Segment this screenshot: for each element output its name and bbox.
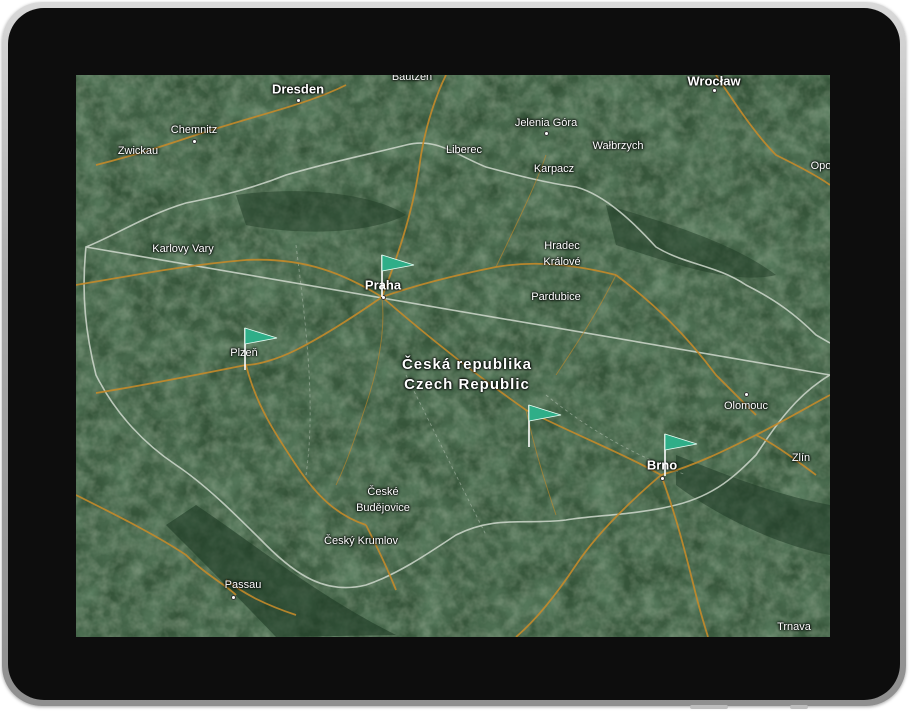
city-label-olomouc: Olomouc xyxy=(723,400,769,412)
map-view[interactable]: Bautzen Wrocław Dresden Chemnitz Zwickau… xyxy=(76,75,830,637)
flag-marker-plzen[interactable] xyxy=(243,326,279,370)
city-dot-olomouc xyxy=(743,391,749,397)
city-label-pardubice: Pardubice xyxy=(531,291,581,303)
city-label-kralove: Králové xyxy=(543,256,581,268)
city-label-ceske: České xyxy=(367,486,399,498)
city-label-wroclaw: Wrocław xyxy=(687,75,741,89)
city-label-budejovice: Budějovice xyxy=(356,502,410,514)
city-label-dresden: Dresden xyxy=(271,81,325,97)
country-name-en: Czech Republic xyxy=(404,376,530,393)
flag-marker-brno[interactable] xyxy=(663,432,699,476)
country-label: Česká republika Czech Republic xyxy=(402,355,532,395)
city-dot-jelenia-gora xyxy=(543,130,549,136)
flag-icon xyxy=(528,404,562,447)
power-button[interactable] xyxy=(790,705,808,709)
city-dot-dresden xyxy=(295,97,301,103)
city-label-walbrzych: Wałbrzych xyxy=(592,140,644,152)
flag-icon xyxy=(664,433,698,476)
city-dot-passau xyxy=(230,594,236,600)
flag-marker-praha[interactable] xyxy=(380,253,416,297)
city-dot-chemnitz xyxy=(191,138,197,144)
volume-button[interactable] xyxy=(690,705,728,709)
city-label-karlovy-vary: Karlovy Vary xyxy=(152,243,214,255)
city-label-trnava: Trnava xyxy=(777,621,811,633)
city-label-bautzen: Bautzen xyxy=(391,75,433,83)
city-label-liberec: Liberec xyxy=(445,144,483,156)
city-label-zlin: Zlín xyxy=(791,452,811,464)
city-label-zwickau: Zwickau xyxy=(117,145,159,157)
country-name-cs: Česká republika xyxy=(401,356,533,373)
city-label-karpacz: Karpacz xyxy=(533,163,575,175)
flag-icon xyxy=(244,327,278,370)
city-label-opole: Opo xyxy=(810,160,830,172)
city-label-jelenia-gora: Jelenia Góra xyxy=(514,117,578,129)
flag-marker-vysocina[interactable] xyxy=(527,403,563,447)
city-label-cesky-krumlov: Český Krumlov xyxy=(324,535,398,547)
city-label-hradec: Hradec xyxy=(544,240,580,252)
city-dot-brno xyxy=(659,475,665,481)
city-label-passau: Passau xyxy=(224,579,262,591)
flag-icon xyxy=(381,254,415,297)
city-label-chemnitz: Chemnitz xyxy=(170,124,218,136)
city-dot-wroclaw xyxy=(711,87,717,93)
